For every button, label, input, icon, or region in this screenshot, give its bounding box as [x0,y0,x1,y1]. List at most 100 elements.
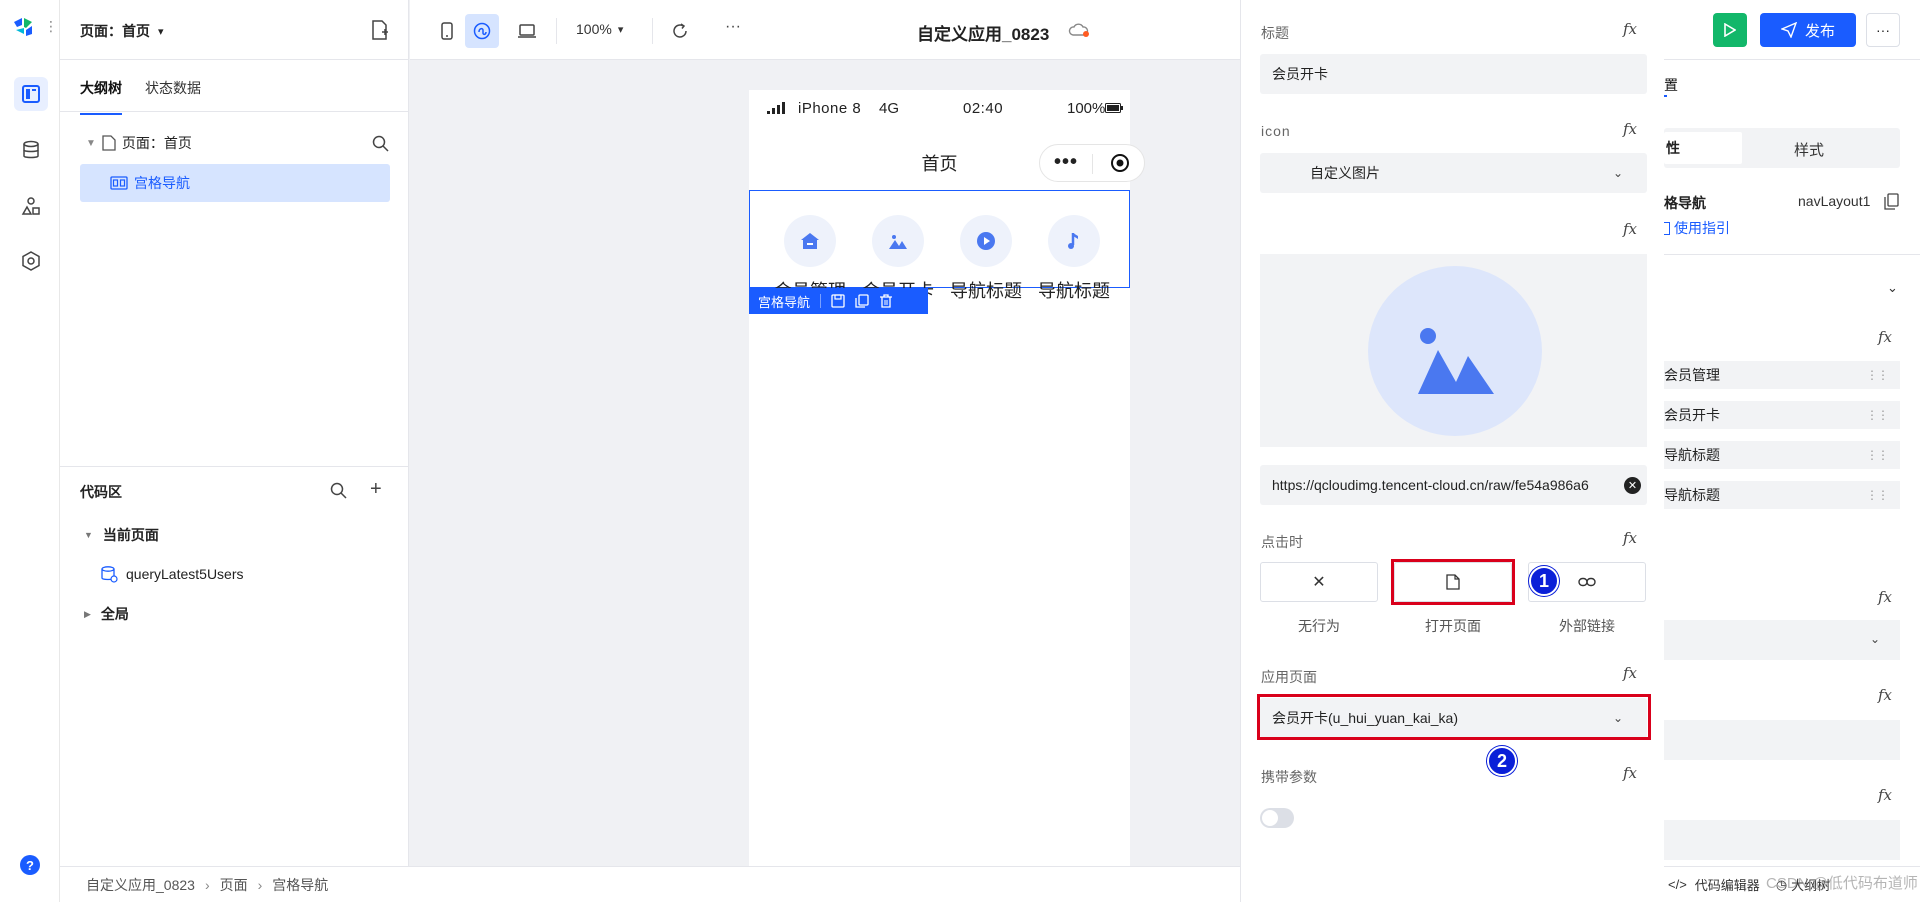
code-global[interactable]: ▶ 全局 [84,604,129,624]
page-selector[interactable]: 页面：首页 ▾ [80,21,164,41]
code-query-item[interactable]: queryLatest5Users [100,565,244,583]
global-label: 全局 [100,606,129,622]
tab-state-data[interactable]: 状态数据 [145,78,201,98]
breadcrumb-item[interactable]: 页面 [220,875,248,895]
copy-id-icon[interactable] [1884,193,1899,210]
code-editor-label[interactable]: 代码编辑器 [1695,875,1760,894]
divider [1664,254,1920,255]
refresh-icon[interactable] [663,14,697,48]
nav-list-item[interactable]: 会员开卡 ⋮⋮ [1664,401,1900,429]
fx-button[interactable]: fx [1623,529,1637,547]
help-icon[interactable]: ? [20,855,40,875]
music-icon [1048,215,1100,267]
fx-button[interactable]: fx [1878,588,1892,606]
outline-panel: 页面：首页 ▾ 大纲树 状态数据 ▼ 页面：首页 宫格导航 代码区 + ▼ 当前… [60,0,409,866]
desktop-view-icon[interactable] [510,14,544,48]
status-carrier: iPhone 8 [798,100,862,117]
no-action-label: 无行为 [1298,618,1340,634]
fx-button[interactable]: fx [1878,786,1892,804]
breadcrumb-item[interactable]: 自定义应用_0823 [86,875,195,895]
drag-handle-icon[interactable]: ⋮⋮ [1866,408,1889,422]
carry-params-toggle[interactable] [1260,808,1294,828]
clear-icon[interactable]: ✕ [1624,477,1641,494]
database-icon[interactable] [14,133,48,167]
settings-tab-partial[interactable]: 置 [1664,75,1678,95]
fx-button[interactable]: fx [1623,120,1637,138]
usage-guide-label: 使用指引 [1674,220,1730,236]
breadcrumb-item[interactable]: 宫格导航 [272,875,328,895]
home-icon [784,215,836,267]
fx-button[interactable]: fx [1623,664,1637,682]
grid-nav-item[interactable]: 导航标题 [936,215,1036,303]
app-title: 自定义应用_0823 [917,25,1050,44]
grid-nav-item[interactable]: 导航标题 [1024,215,1124,303]
miniprogram-view-icon[interactable] [465,14,499,48]
cloud-sync-icon [1068,22,1090,38]
rail-menu-dots[interactable]: ⋮ [44,18,58,35]
breadcrumb: 自定义应用_0823 › 页面 › 宫格导航 [60,866,1240,902]
step-badge-1: 1 [1529,566,1559,596]
close-icon: ✕ [1312,574,1326,591]
fx-button[interactable]: fx [1623,764,1637,782]
publish-button[interactable]: 发布 [1760,13,1856,47]
caret-right-icon: ▶ [84,608,91,619]
tab-properties[interactable]: 性 [1664,132,1742,164]
drag-handle-icon[interactable]: ⋮⋮ [1866,368,1889,382]
add-page-icon[interactable] [371,20,389,40]
chevron-down-icon: ▾ [158,25,164,38]
run-button[interactable] [1713,13,1747,47]
open-page-label: 打开页面 [1425,618,1481,634]
outline-tabs: 大纲树 状态数据 [60,60,409,115]
save-icon[interactable] [831,294,845,308]
tree-root-page[interactable]: ▼ 页面：首页 [80,124,390,162]
nav-list-item-label: 会员开卡 [1664,407,1720,423]
delete-icon[interactable] [879,294,893,308]
nav-list-item[interactable]: 会员管理 ⋮⋮ [1664,361,1900,389]
tab-styles[interactable]: 样式 [1794,139,1824,160]
fx-button[interactable]: fx [1878,686,1892,704]
grid-nav-item-label: 导航标题 [950,281,1022,301]
tree-search-icon[interactable] [372,135,389,152]
fx-button[interactable]: fx [1623,20,1637,38]
outline-icon[interactable] [14,77,48,111]
tab-outline-tree[interactable]: 大纲树 [80,78,122,115]
drag-handle-icon[interactable]: ⋮⋮ [1866,448,1889,462]
fx-button[interactable]: fx [1623,220,1637,238]
nav-list-item[interactable]: 导航标题 ⋮⋮ [1664,481,1900,509]
collapse-chevron-icon[interactable]: ⌄ [1887,280,1898,296]
fx-button[interactable]: fx [1878,328,1892,346]
grid-nav-component[interactable]: 会员管理 会员开卡 导航标题 导航标题 [749,190,1130,301]
more-menu-button[interactable]: ··· [1866,13,1900,47]
drag-handle-icon[interactable]: ⋮⋮ [1866,488,1889,502]
icon-type-select[interactable]: 自定义图片 ⌄ [1260,153,1647,193]
nav-list-item[interactable]: 导航标题 ⋮⋮ [1664,441,1900,469]
capsule-menu[interactable]: ••• [1039,144,1145,182]
tree-item-grid-nav[interactable]: 宫格导航 [80,164,390,202]
app-logo[interactable] [12,16,40,38]
left-rail: ⋮ ? [0,0,60,902]
settings-icon[interactable] [14,244,48,278]
status-battery-text: 100% [1067,100,1106,117]
input-field[interactable] [1664,720,1900,760]
image-preview[interactable] [1260,254,1647,447]
title-input[interactable]: 会员开卡 [1260,54,1647,94]
input-field[interactable] [1664,820,1900,860]
image-placeholder-icon [1368,266,1542,436]
select-field[interactable]: ⌄ [1664,620,1900,660]
mobile-view-icon[interactable] [430,14,464,48]
code-search-icon[interactable] [330,482,347,499]
usage-guide-link[interactable]: 使用指引 [1664,218,1730,238]
code-icon[interactable]: </> [1668,877,1687,892]
image-url-input[interactable]: https://qcloudimg.tencent-cloud.cn/raw/f… [1260,465,1647,505]
component-id: navLayout1 [1798,193,1871,209]
zoom-select[interactable]: 100% ▾ [576,21,623,37]
code-current-page[interactable]: ▼ 当前页面 [84,525,159,545]
add-code-icon[interactable]: + [370,478,382,501]
no-action-option[interactable]: ✕ [1260,562,1378,602]
more-icon[interactable]: ··· [725,18,741,36]
components-icon[interactable] [14,189,48,223]
current-page-label: 当前页面 [102,527,159,543]
chevron-right-icon: › [257,876,263,893]
outline-header: 页面：首页 ▾ [60,0,409,60]
copy-icon[interactable] [855,294,869,308]
